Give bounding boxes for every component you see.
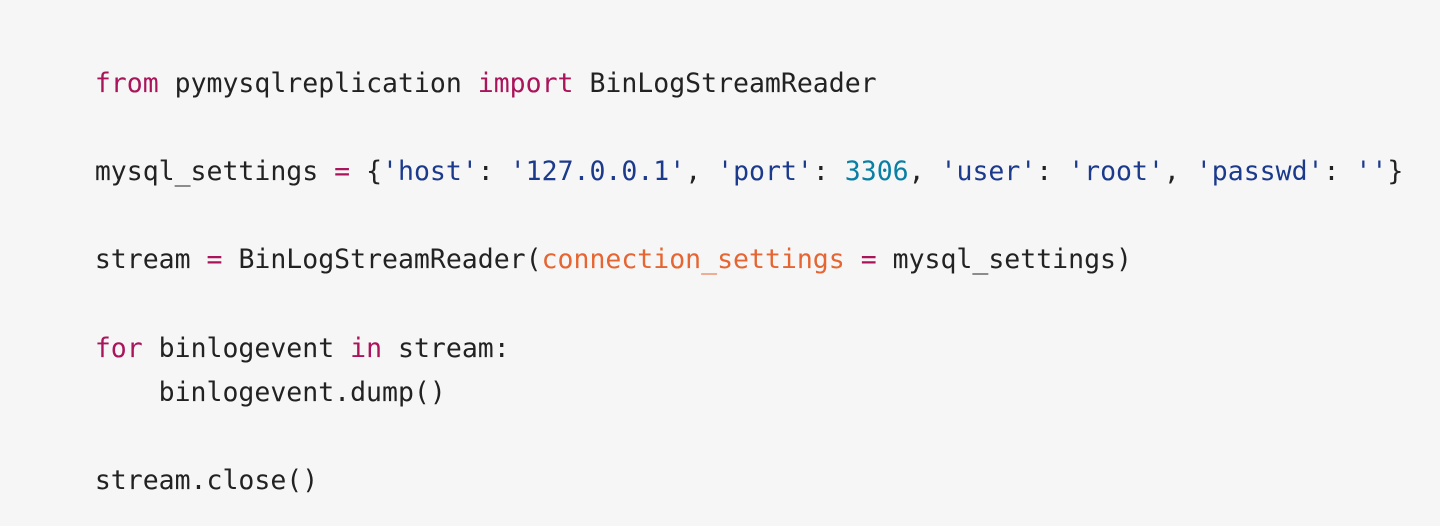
colon: : xyxy=(1323,156,1356,187)
keyword-import: import xyxy=(477,68,574,99)
variable-mysql-settings: mysql_settings xyxy=(94,156,335,187)
string-user-key: 'user' xyxy=(940,156,1037,187)
code-block: from pymysqlreplication import BinLogStr… xyxy=(0,0,1440,510)
operator-assign-kwarg: = xyxy=(860,244,877,275)
string-host-value: '127.0.0.1' xyxy=(509,156,686,187)
code-line-settings: mysql_settings = {'host': '127.0.0.1', '… xyxy=(31,127,1403,187)
colon: : xyxy=(812,156,845,187)
string-passwd-key: 'passwd' xyxy=(1195,156,1324,187)
code-line-import: from pymysqlreplication import BinLogStr… xyxy=(31,39,877,99)
class-name: BinLogStreamReader xyxy=(573,68,877,99)
variable-stream: stream xyxy=(94,244,207,275)
string-host-key: 'host' xyxy=(382,156,478,187)
keyword-from: from xyxy=(94,68,159,99)
string-port-key: 'port' xyxy=(717,156,813,187)
string-user-value: 'root' xyxy=(1068,156,1164,187)
colon: : xyxy=(477,156,510,187)
code-line-stream: stream = BinLogStreamReader(connection_s… xyxy=(31,215,1132,275)
comma: , xyxy=(908,156,941,187)
method-call-dump: binlogevent.dump() xyxy=(94,377,446,408)
string-passwd-value: '' xyxy=(1355,156,1388,187)
colon: : xyxy=(1036,156,1069,187)
method-call-close: stream.close() xyxy=(94,465,319,496)
argument-mysql-settings: mysql_settings) xyxy=(876,244,1132,275)
number-port-value: 3306 xyxy=(844,156,909,187)
comma: , xyxy=(685,156,718,187)
parameter-connection-settings: connection_settings xyxy=(541,244,845,275)
code-line-dump: binlogevent.dump() xyxy=(31,348,446,408)
brace-close: } xyxy=(1387,156,1404,187)
operator-assign: = xyxy=(206,244,223,275)
constructor-call: BinLogStreamReader( xyxy=(222,244,542,275)
operator-assign: = xyxy=(334,156,351,187)
brace-open: { xyxy=(350,156,383,187)
code-line-close: stream.close() xyxy=(31,436,318,496)
module-name: pymysqlreplication xyxy=(158,68,478,99)
code-line-for: for binlogevent in stream: xyxy=(31,304,510,364)
comma: , xyxy=(1163,156,1196,187)
